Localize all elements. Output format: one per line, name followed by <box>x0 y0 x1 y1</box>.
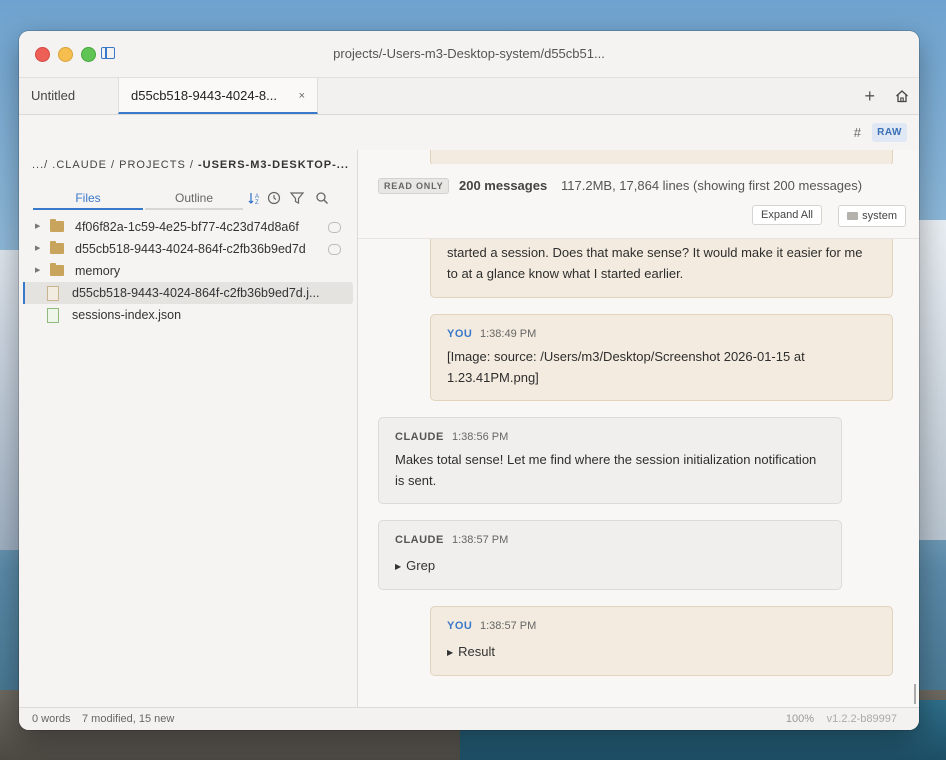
caret-right-icon[interactable]: ▶ <box>35 260 40 282</box>
window-title: projects/-Users-m3-Desktop-system/d55cb5… <box>333 46 605 61</box>
breadcrumb: .../ .CLAUDE / PROJECTS / -USERS-M3-DESK… <box>32 159 349 171</box>
sidebar: .../ .CLAUDE / PROJECTS / -USERS-M3-DESK… <box>19 150 358 708</box>
message-time: 1:38:56 PM <box>452 431 509 443</box>
message-time: 1:38:49 PM <box>480 328 537 340</box>
system-label: system <box>862 210 897 222</box>
folder-icon <box>50 219 64 232</box>
clock-icon[interactable] <box>266 190 282 206</box>
comment-icon <box>328 222 341 233</box>
app-window: projects/-Users-m3-Desktop-system/d55cb5… <box>19 31 919 730</box>
triangle-right-icon: ▶ <box>447 648 454 657</box>
background-mountain-right <box>916 220 946 540</box>
message-you: YOU 1:38:57 PM ▶ Result <box>430 606 893 676</box>
status-bar: 0 words 7 modified, 15 new 100% v1.2.2-b… <box>19 707 919 730</box>
message-claude: CLAUDE 1:38:57 PM ▶ Grep <box>378 520 842 590</box>
triangle-right-icon: ▶ <box>395 562 402 571</box>
message-author: YOU <box>447 328 473 340</box>
message-author: YOU <box>447 620 473 632</box>
folder-icon <box>50 263 64 276</box>
file-meta: 117.2MB, 17,864 lines (showing first 200… <box>561 178 863 193</box>
message-text: [Image: source: /Users/m3/Desktop/Screen… <box>447 349 805 385</box>
tab-label: Untitled <box>31 88 76 103</box>
message-author: CLAUDE <box>395 431 444 443</box>
home-icon[interactable] <box>895 89 909 103</box>
tree-label: sessions-index.json <box>72 308 182 322</box>
message-count: 200 messages <box>459 178 548 193</box>
new-tab-button[interactable]: + <box>864 78 875 114</box>
tab-session-file[interactable]: d55cb518-9443-4024-8... × <box>118 78 318 114</box>
tab-close-icon[interactable]: × <box>299 78 305 114</box>
comment-icon <box>328 244 341 255</box>
caret-right-icon[interactable]: ▶ <box>35 216 40 238</box>
expander-label: Result <box>458 644 496 659</box>
message-time: 1:38:57 PM <box>452 534 509 546</box>
tree-file[interactable]: sessions-index.json <box>23 304 353 326</box>
tab-bar: Untitled d55cb518-9443-4024-8... × + <box>19 78 919 115</box>
message-claude: CLAUDE 1:38:56 PM Makes total sense! Let… <box>378 417 842 504</box>
folder-icon <box>847 212 859 220</box>
tree-label: memory <box>75 264 121 278</box>
hash-button[interactable]: # <box>854 125 861 140</box>
message-time: 1:38:57 PM <box>480 620 537 632</box>
tab-untitled[interactable]: Untitled <box>31 78 117 114</box>
search-icon[interactable] <box>314 190 330 206</box>
raw-toggle-button[interactable]: RAW <box>872 123 907 142</box>
tree-label: 4f06f82a-1c59-4e25-bf77-4c23d74d8a6f <box>75 220 299 234</box>
tree-folder[interactable]: ▶ memory <box>23 260 353 282</box>
caret-right-icon[interactable]: ▶ <box>35 238 40 260</box>
tab-outline[interactable]: Outline <box>145 188 243 210</box>
tree-folder[interactable]: ▶ 4f06f82a-1c59-4e25-bf77-4c23d74d8a6f <box>23 216 353 238</box>
app-version: v1.2.2-b89997 <box>826 713 897 725</box>
filter-icon[interactable] <box>289 190 305 206</box>
system-button[interactable]: system <box>838 205 906 227</box>
tree-label: d55cb518-9443-4024-864f-c2fb36b9ed7d.j..… <box>72 286 320 300</box>
svg-text:Z: Z <box>255 200 259 206</box>
breadcrumb-current[interactable]: -USERS-M3-DESKTOP-... <box>198 159 349 171</box>
message-you: YOU 1:38:49 PM [Image: source: /Users/m3… <box>430 314 893 401</box>
breadcrumb-path[interactable]: .../ .CLAUDE / PROJECTS / <box>32 159 198 171</box>
message-text: started a session. Does that make sense?… <box>447 245 863 281</box>
tab-files[interactable]: Files <box>33 188 143 210</box>
word-count: 0 words <box>32 713 71 725</box>
tool-call-expander[interactable]: ▶ Grep <box>395 558 435 573</box>
scrollbar-thumb[interactable] <box>914 684 916 704</box>
sidebar-tabs: Files Outline <box>33 188 243 210</box>
message-author: CLAUDE <box>395 534 444 546</box>
content-area: .../ .CLAUDE / PROJECTS / -USERS-M3-DESK… <box>19 150 919 708</box>
folder-icon <box>50 241 64 254</box>
title-bar: projects/-Users-m3-Desktop-system/d55cb5… <box>19 31 919 78</box>
message-viewer: started a session. Does that make sense?… <box>358 150 919 708</box>
file-tree: ▶ 4f06f82a-1c59-4e25-bf77-4c23d74d8a6f ▶… <box>19 216 357 326</box>
file-icon <box>47 286 59 301</box>
zoom-level[interactable]: 100% <box>786 713 814 725</box>
viewer-header: READ ONLY 200 messages 117.2MB, 17,864 l… <box>358 164 919 239</box>
read-only-badge: READ ONLY <box>378 178 450 194</box>
message-text: Makes total sense! Let me find where the… <box>395 452 817 488</box>
tool-result-expander[interactable]: ▶ Result <box>447 644 495 659</box>
tree-folder[interactable]: ▶ d55cb518-9443-4024-864f-c2fb36b9ed7d <box>23 238 353 260</box>
git-status[interactable]: 7 modified, 15 new <box>82 713 174 725</box>
expand-all-button[interactable]: Expand All <box>752 205 822 225</box>
sort-icon[interactable]: A Z <box>247 190 263 206</box>
expander-label: Grep <box>406 558 436 573</box>
tree-label: d55cb518-9443-4024-864f-c2fb36b9ed7d <box>75 242 306 256</box>
file-icon <box>47 308 59 323</box>
tab-label: d55cb518-9443-4024-8... <box>131 88 278 103</box>
view-toolbar: # RAW <box>19 115 919 152</box>
tree-file-selected[interactable]: d55cb518-9443-4024-864f-c2fb36b9ed7d.j..… <box>23 282 353 304</box>
